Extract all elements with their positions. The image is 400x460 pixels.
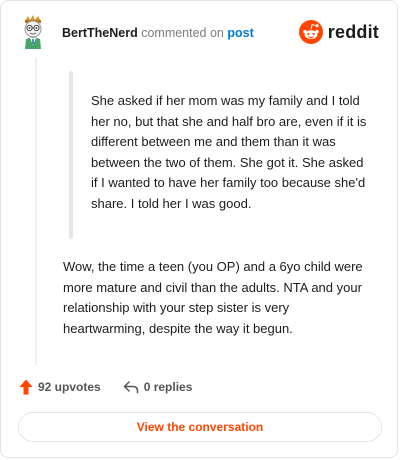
view-conversation-button[interactable]: View the conversation bbox=[18, 412, 382, 442]
avatar[interactable] bbox=[19, 15, 47, 49]
comment-embed-card: BertTheNerd commented on post reddit She… bbox=[0, 0, 398, 458]
comment-actions: 92 upvotes 0 replies bbox=[19, 377, 192, 397]
post-link[interactable]: post bbox=[227, 26, 253, 40]
comment-body: Wow, the time a teen (you OP) and a 6yo … bbox=[63, 259, 363, 336]
reply-count: 0 replies bbox=[143, 380, 193, 394]
replies-button[interactable]: 0 replies bbox=[123, 380, 193, 394]
quoted-text: She asked if her mom was my family and I… bbox=[91, 93, 367, 211]
thread-line bbox=[35, 57, 37, 365]
reply-arrow-icon bbox=[123, 381, 138, 394]
view-conversation-label: View the conversation bbox=[136, 420, 264, 434]
reddit-logo-icon bbox=[298, 20, 323, 44]
byline: BertTheNerd commented on post bbox=[62, 26, 254, 40]
brand-name: reddit bbox=[327, 21, 379, 42]
quote-bar bbox=[69, 71, 73, 239]
username[interactable]: BertTheNerd bbox=[62, 26, 138, 40]
upvote-arrow-icon bbox=[19, 379, 33, 395]
upvote-button[interactable]: 92 upvotes bbox=[19, 379, 101, 395]
action-text: commented on bbox=[141, 26, 224, 40]
comment-header: BertTheNerd commented on post reddit bbox=[19, 15, 383, 51]
upvote-count: 92 upvotes bbox=[38, 380, 101, 394]
reddit-brand[interactable]: reddit bbox=[298, 19, 379, 45]
